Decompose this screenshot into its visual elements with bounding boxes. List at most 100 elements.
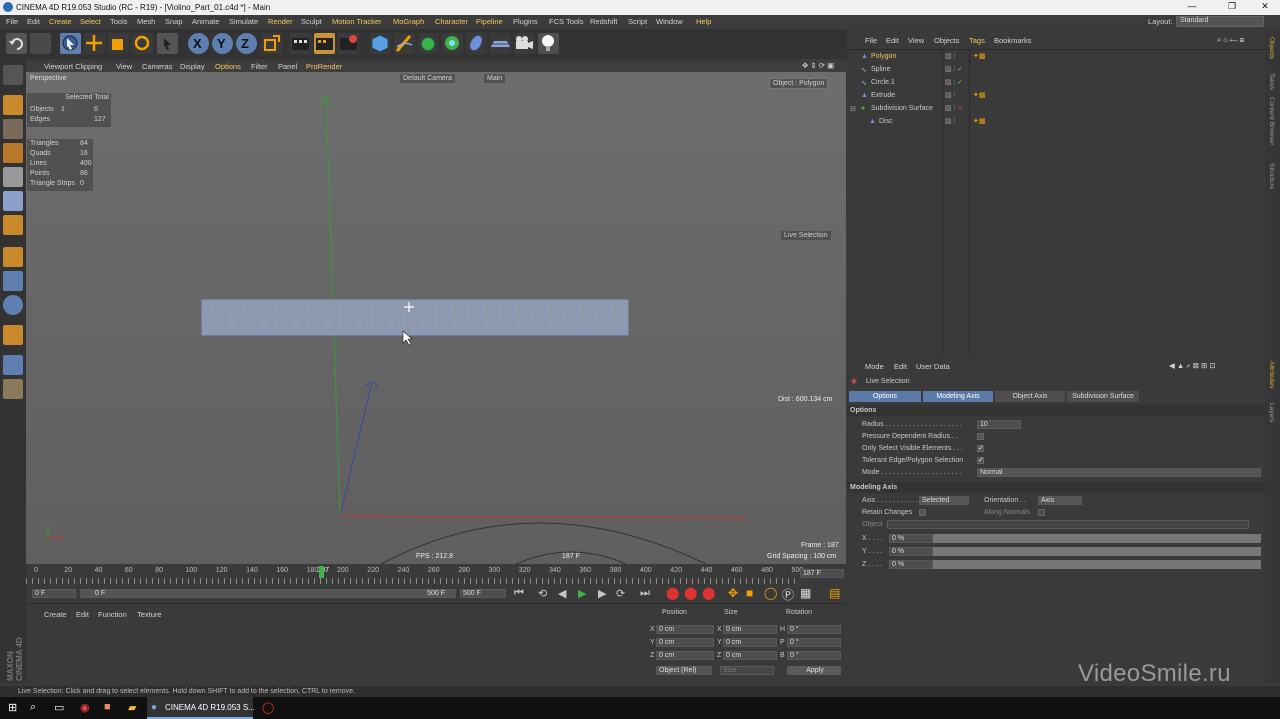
polygon-tag-icons[interactable]: ✦▩ [973, 52, 985, 60]
workplane-mode-icon[interactable] [3, 143, 23, 163]
collapse-toggle-icon[interactable]: ⊟ [850, 105, 856, 113]
size-x-field[interactable]: 0 cm [723, 625, 777, 634]
retain-changes-checkbox[interactable] [919, 509, 926, 516]
visibility-toggle-icon[interactable]: ▨ ⁞ [945, 65, 956, 73]
mode-select[interactable]: Normal [977, 468, 1261, 477]
object-name[interactable]: Circle.1 [871, 79, 895, 86]
polygon-strip[interactable] [201, 299, 629, 336]
menu-character[interactable]: Character [435, 17, 468, 26]
size-mode-select[interactable]: Size [720, 666, 774, 675]
texture-mode-icon[interactable] [3, 119, 23, 139]
preview-range-slider[interactable]: 0 F 500 F [80, 589, 456, 598]
snap-icon[interactable] [3, 295, 23, 315]
cube-object-icon[interactable] [370, 33, 391, 54]
menu-file[interactable]: File [6, 17, 18, 26]
obj-menu-file[interactable]: File [865, 36, 877, 45]
points-mode-icon[interactable] [3, 167, 23, 187]
cloner-icon[interactable] [442, 33, 463, 54]
tab-object-axis[interactable]: Object Axis [995, 391, 1065, 402]
pos-x-field[interactable]: 0 cm [656, 625, 714, 634]
grid-icon[interactable] [3, 379, 23, 399]
scale-tool-icon[interactable] [108, 33, 129, 54]
object-row-extrude[interactable]: ▲ Extrude ▨ ⁞ ✦▩ [847, 89, 1265, 102]
object-row-polygon[interactable]: ▲ Polygon ▨ ⁞ ✦▩ [847, 50, 1265, 63]
object-name[interactable]: Polygon [871, 53, 896, 60]
coord-mode-select[interactable]: Object (Rel) [656, 666, 712, 675]
menu-mesh[interactable]: Mesh [137, 17, 155, 26]
size-y-field[interactable]: 0 cm [723, 638, 777, 647]
menu-mograph[interactable]: MoGraph [393, 17, 424, 26]
vp-menu-cameras[interactable]: Cameras [142, 62, 172, 71]
pos-z-field[interactable]: 0 cm [656, 651, 714, 660]
x-axis-lock-icon[interactable]: X [188, 33, 209, 54]
menu-render[interactable]: Render [268, 17, 293, 26]
current-frame-field[interactable]: 187 F [800, 569, 844, 578]
menu-help[interactable]: Help [696, 17, 711, 26]
axis-x-slider[interactable] [933, 534, 1261, 543]
camera-icon[interactable] [514, 33, 535, 54]
visibility-toggle-icon[interactable]: ▨ ⁞ [945, 91, 956, 99]
tab-subdivision-surface[interactable]: Subdivision Surface [1067, 391, 1139, 402]
subdivision-generator-icon[interactable] [418, 33, 439, 54]
tolerant-selection-checkbox[interactable]: ✓ [977, 457, 984, 464]
pos-y-field[interactable]: 0 cm [656, 638, 714, 647]
obj-menu-edit[interactable]: Edit [886, 36, 899, 45]
radius-field[interactable]: 10 [977, 420, 1021, 429]
tab-layers-vertical[interactable]: Layers [1268, 403, 1275, 423]
menu-create[interactable]: Create [49, 17, 72, 26]
end-frame-field[interactable]: 500 F [460, 589, 506, 598]
prev-frame-icon[interactable]: ◀ [558, 587, 566, 600]
edges-mode-icon[interactable] [3, 191, 23, 211]
vp-menu-prorender[interactable]: ProRender [306, 62, 342, 71]
object-name[interactable]: Subdivision Surface [871, 105, 933, 112]
keyframe-selection-icon[interactable]: ⬤ [702, 586, 715, 600]
axis-y-field[interactable]: 0 % [889, 547, 933, 556]
axis-x-field[interactable]: 0 % [889, 534, 933, 543]
recent-tool-icon[interactable] [157, 33, 178, 54]
object-row-subdivision-surface[interactable]: ⊟ ● Subdivision Surface ▨ ⁞ ✕ [847, 102, 1265, 115]
visibility-toggle-icon[interactable]: ▨ ⁞ [945, 52, 956, 60]
object-name[interactable]: Disc [879, 118, 893, 125]
tab-structure-vertical[interactable]: Structure [1268, 163, 1275, 189]
undo-icon[interactable] [6, 33, 27, 54]
extrude-tag-icons[interactable]: ✦▩ [973, 91, 985, 99]
coordinate-system-icon[interactable] [261, 33, 282, 54]
enabled-check-icon[interactable]: ✓ [957, 78, 963, 86]
pen-spline-icon[interactable] [394, 33, 415, 54]
tab-content-browser-vertical[interactable]: Content Browser [1268, 97, 1275, 145]
visibility-toggle-icon[interactable]: ▨ ⁞ [945, 78, 956, 86]
windows-start-icon[interactable]: ⊞ [8, 701, 17, 714]
menu-plugins[interactable]: Plugins [513, 17, 538, 26]
playhead[interactable] [319, 566, 324, 578]
disc-tag-icons[interactable]: ✦▩ [973, 117, 985, 125]
record-position-icon[interactable]: ✥ [728, 586, 738, 600]
mat-menu-texture[interactable]: Texture [137, 610, 162, 619]
vp-menu-display[interactable]: Display [180, 62, 205, 71]
light-icon[interactable] [538, 33, 559, 54]
rot-p-field[interactable]: 0 ° [787, 638, 841, 647]
minimize-button[interactable]: — [1180, 1, 1204, 11]
deformer-icon[interactable] [466, 33, 487, 54]
axis-z-field[interactable]: 0 % [889, 560, 933, 569]
attr-menu-mode[interactable]: Mode [865, 362, 884, 371]
app-icon[interactable]: ■ [104, 701, 111, 713]
play-icon[interactable]: ▶ [578, 587, 586, 600]
menu-edit[interactable]: Edit [27, 17, 40, 26]
vp-menu-options[interactable]: Options [215, 62, 241, 71]
mat-menu-create[interactable]: Create [44, 610, 67, 619]
tab-objects-vertical[interactable]: Objects [1268, 37, 1275, 59]
autokey-icon[interactable]: ⬤ [684, 586, 697, 600]
timeline[interactable]: 0204060801001201401601801872002202402602… [26, 564, 847, 586]
chrome-icon[interactable]: ◉ [80, 701, 90, 714]
menu-snap[interactable]: Snap [165, 17, 183, 26]
object-name[interactable]: Extrude [871, 92, 895, 99]
redo-icon[interactable] [30, 33, 51, 54]
menu-sculpt[interactable]: Sculpt [301, 17, 322, 26]
render-picture-viewer-icon[interactable] [314, 33, 335, 54]
floor-icon[interactable] [490, 33, 511, 54]
record-scale-icon[interactable]: ■ [746, 586, 753, 600]
disabled-x-icon[interactable]: ✕ [957, 104, 963, 112]
vp-menu-filter[interactable]: Filter [251, 62, 268, 71]
menu-simulate[interactable]: Simulate [229, 17, 258, 26]
menu-tools[interactable]: Tools [110, 17, 128, 26]
